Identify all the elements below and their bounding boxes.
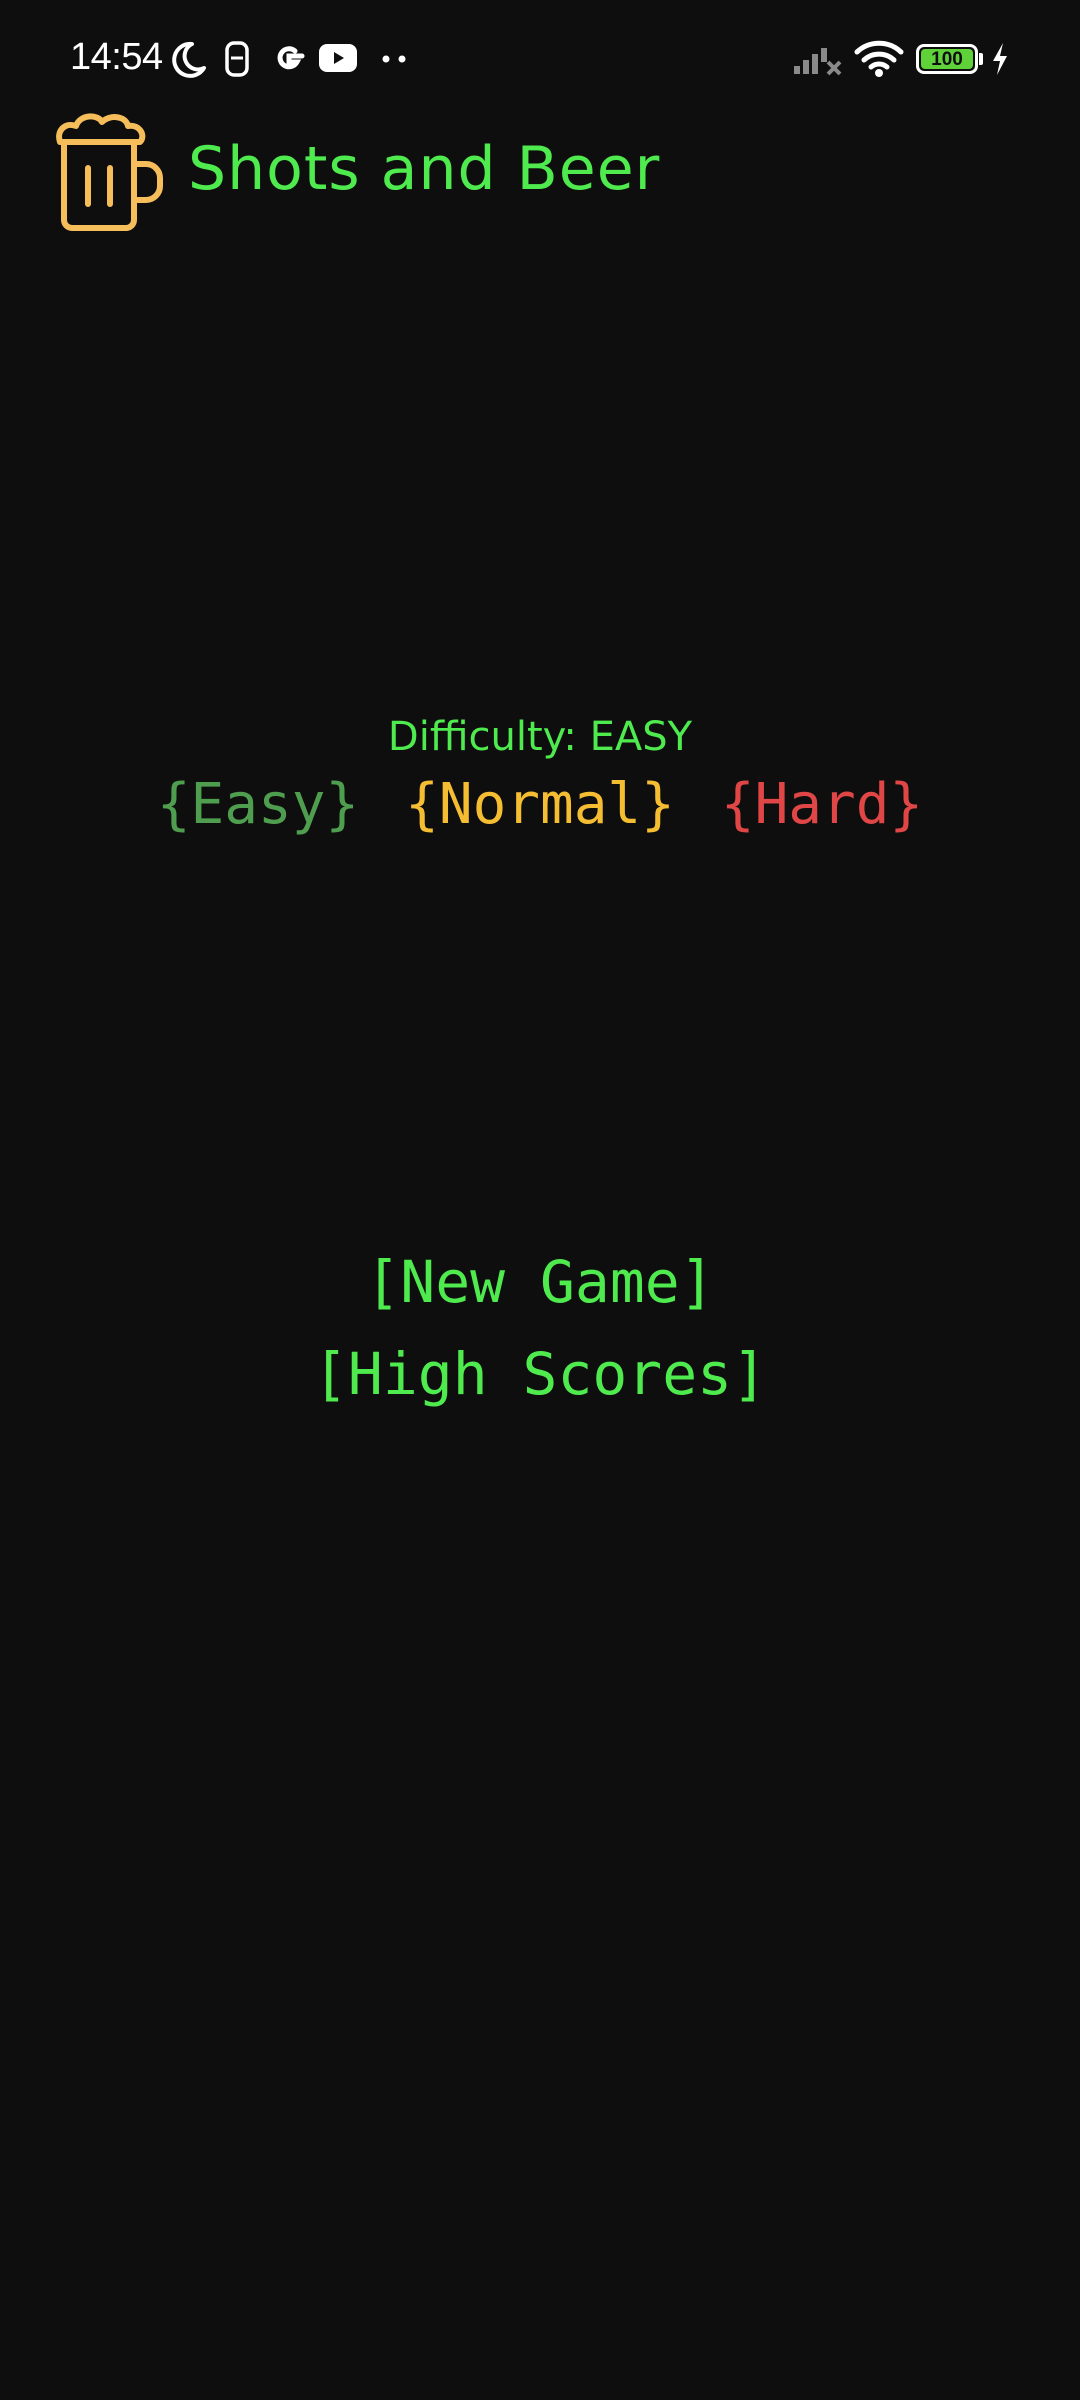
battery-icon: 100 xyxy=(916,44,978,74)
difficulty-easy-button[interactable]: {Easy} xyxy=(157,772,359,837)
high-scores-button[interactable]: [High Scores] xyxy=(0,1328,1080,1420)
difficulty-hard-button[interactable]: {Hard} xyxy=(721,772,923,837)
app-title: Shots and Beer xyxy=(188,134,661,204)
main-menu: [New Game] [High Scores] xyxy=(0,1236,1080,1420)
sim-icon xyxy=(225,41,249,77)
youtube-icon xyxy=(319,44,357,72)
google-icon xyxy=(277,46,305,70)
charging-icon xyxy=(993,43,1007,75)
signal-icon xyxy=(794,48,842,76)
difficulty-normal-button[interactable]: {Normal} xyxy=(405,772,675,837)
beer-mug-icon xyxy=(56,113,163,231)
status-time: 14:54 xyxy=(70,36,163,78)
moon-icon xyxy=(172,41,206,78)
battery-nub xyxy=(979,53,983,65)
wifi-icon xyxy=(854,40,904,77)
difficulty-label: Difficulty: EASY xyxy=(387,714,693,760)
new-game-button[interactable]: [New Game] xyxy=(0,1236,1080,1328)
app-bar: Shots and Beer xyxy=(0,100,1080,240)
battery-level: 100 xyxy=(921,49,973,69)
difficulty-selector: {Easy} {Normal} {Hard} xyxy=(0,772,1080,837)
more-dots-icon xyxy=(382,55,406,63)
